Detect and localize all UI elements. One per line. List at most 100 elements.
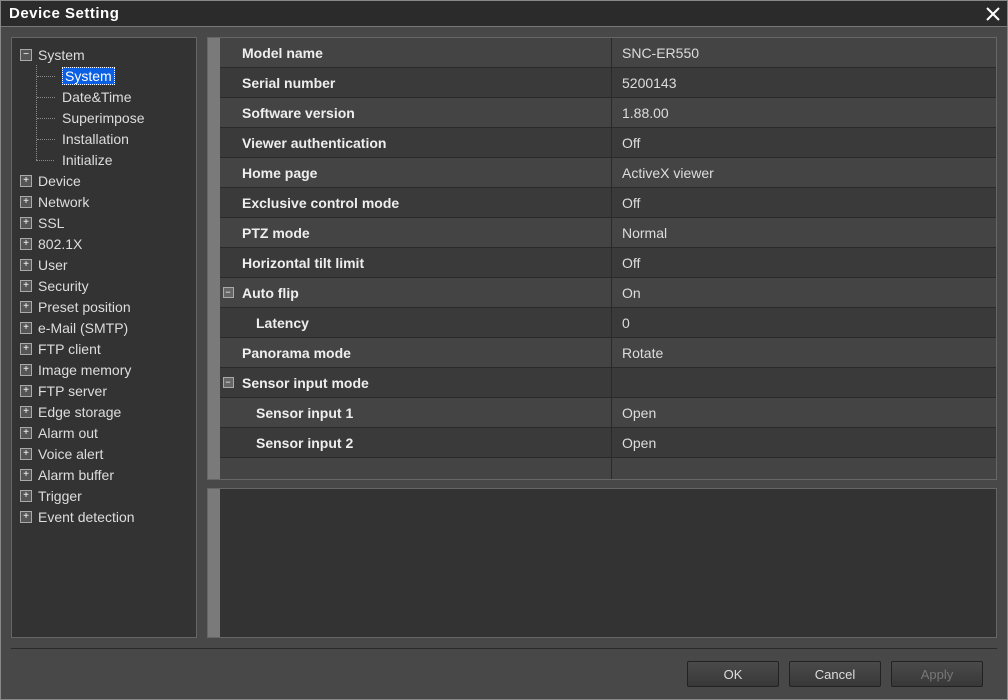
tree-node-event-detection[interactable]: + Event detection <box>12 506 196 527</box>
properties-table: Model nameSNC-ER550Serial number5200143S… <box>220 38 996 479</box>
property-row[interactable]: Sensor input 1Open <box>220 398 996 428</box>
tree-label: Preset position <box>38 299 131 315</box>
expand-icon[interactable]: + <box>20 511 32 523</box>
tree-child-date-time[interactable]: Date&Time <box>12 86 196 107</box>
property-label: Viewer authentication <box>236 128 612 157</box>
description-content <box>220 489 996 637</box>
expand-icon[interactable]: + <box>20 448 32 460</box>
close-button[interactable] <box>983 4 1003 24</box>
titlebar: Device Setting <box>1 1 1007 27</box>
property-row[interactable]: Viewer authenticationOff <box>220 128 996 158</box>
scrollbar[interactable] <box>208 489 220 637</box>
property-label: Panorama mode <box>236 338 612 367</box>
expand-icon[interactable]: + <box>20 364 32 376</box>
property-row[interactable]: −Auto flipOn <box>220 278 996 308</box>
tree-node-system[interactable]: −System <box>12 44 196 65</box>
expand-icon[interactable]: + <box>20 490 32 502</box>
expand-icon[interactable]: + <box>20 469 32 481</box>
tree-label: System <box>38 47 85 63</box>
tree-node-ftp-client[interactable]: + FTP client <box>12 338 196 359</box>
property-value: 1.88.00 <box>612 105 996 121</box>
tree-node-ssl[interactable]: +SSL <box>12 212 196 233</box>
expand-icon[interactable]: + <box>20 280 32 292</box>
expand-icon[interactable]: + <box>20 343 32 355</box>
tree-node-edge-storage[interactable]: +Edge storage <box>12 401 196 422</box>
tree-node-alarm-out[interactable]: + Alarm out <box>12 422 196 443</box>
expand-icon[interactable]: + <box>20 301 32 313</box>
expand-icon[interactable]: + <box>20 238 32 250</box>
property-value: Open <box>612 405 996 421</box>
property-label <box>236 458 612 479</box>
collapse-icon[interactable]: − <box>20 49 32 61</box>
tree-node-user[interactable]: +User <box>12 254 196 275</box>
property-row[interactable]: PTZ modeNormal <box>220 218 996 248</box>
tree-node-security[interactable]: +Security <box>12 275 196 296</box>
tree-node-preset-position[interactable]: + Preset position <box>12 296 196 317</box>
tree-child-initialize[interactable]: Initialize <box>12 149 196 170</box>
property-row[interactable]: Latency0 <box>220 308 996 338</box>
collapse-icon: − <box>223 287 234 298</box>
expand-icon[interactable]: + <box>20 175 32 187</box>
collapse-icon: − <box>223 377 234 388</box>
tree-label: Date&Time <box>62 89 132 105</box>
property-row[interactable]: Panorama modeRotate <box>220 338 996 368</box>
ok-button[interactable]: OK <box>687 661 779 687</box>
tree-label: Alarm out <box>38 425 98 441</box>
settings-tree[interactable]: −SystemSystemDate&TimeSuperimposeInstall… <box>11 37 197 638</box>
tree-connector-icon <box>36 65 58 86</box>
tree-node-e-mail-smtp-[interactable]: +e-Mail (SMTP) <box>12 317 196 338</box>
property-value: ActiveX viewer <box>612 165 996 181</box>
property-label: Horizontal tilt limit <box>236 248 612 277</box>
close-icon <box>986 7 1000 21</box>
property-row[interactable]: Exclusive control modeOff <box>220 188 996 218</box>
tree-child-system[interactable]: System <box>12 65 196 86</box>
tree-node-trigger[interactable]: + Trigger <box>12 485 196 506</box>
tree-node-device[interactable]: + Device <box>12 170 196 191</box>
property-label: Sensor input mode <box>236 368 612 397</box>
property-label: Latency <box>236 308 612 337</box>
tree-child-installation[interactable]: Installation <box>12 128 196 149</box>
property-value: On <box>612 285 996 301</box>
tree-node-ftp-server[interactable]: +FTP server <box>12 380 196 401</box>
tree-node-voice-alert[interactable]: +Voice alert <box>12 443 196 464</box>
tree-node-network[interactable]: +Network <box>12 191 196 212</box>
property-row[interactable]: Model nameSNC-ER550 <box>220 38 996 68</box>
property-value: Off <box>612 255 996 271</box>
expand-icon[interactable]: + <box>20 385 32 397</box>
tree-label: Event detection <box>38 509 135 525</box>
property-row[interactable]: −Sensor input mode <box>220 368 996 398</box>
expand-icon[interactable]: + <box>20 196 32 208</box>
property-row[interactable]: Horizontal tilt limitOff <box>220 248 996 278</box>
tree-label: Installation <box>62 131 129 147</box>
property-row[interactable] <box>220 458 996 479</box>
property-label: PTZ mode <box>236 218 612 247</box>
property-row[interactable]: Software version1.88.00 <box>220 98 996 128</box>
property-row[interactable]: Serial number5200143 <box>220 68 996 98</box>
property-toggle[interactable]: − <box>220 377 236 388</box>
tree-node-802-1x[interactable]: +802.1X <box>12 233 196 254</box>
tree-label: Trigger <box>38 488 82 504</box>
tree-label: 802.1X <box>38 236 82 252</box>
property-toggle[interactable]: − <box>220 287 236 298</box>
tree-child-superimpose[interactable]: Superimpose <box>12 107 196 128</box>
cancel-button[interactable]: Cancel <box>789 661 881 687</box>
tree-label: Alarm buffer <box>38 467 114 483</box>
scrollbar[interactable] <box>208 38 220 479</box>
property-value: 5200143 <box>612 75 996 91</box>
property-value: Open <box>612 435 996 451</box>
tree-label: FTP client <box>38 341 101 357</box>
properties-panel: Model nameSNC-ER550Serial number5200143S… <box>207 37 997 480</box>
expand-icon[interactable]: + <box>20 406 32 418</box>
tree-node-image-memory[interactable]: +Image memory <box>12 359 196 380</box>
expand-icon[interactable]: + <box>20 427 32 439</box>
tree-node-alarm-buffer[interactable]: + Alarm buffer <box>12 464 196 485</box>
tree-label: Device <box>38 173 81 189</box>
expand-icon[interactable]: + <box>20 217 32 229</box>
property-row[interactable]: Home pageActiveX viewer <box>220 158 996 188</box>
property-value: Normal <box>612 225 996 241</box>
expand-icon[interactable]: + <box>20 259 32 271</box>
apply-button[interactable]: Apply <box>891 661 983 687</box>
expand-icon[interactable]: + <box>20 322 32 334</box>
property-row[interactable]: Sensor input 2Open <box>220 428 996 458</box>
right-panel: Model nameSNC-ER550Serial number5200143S… <box>207 37 997 638</box>
